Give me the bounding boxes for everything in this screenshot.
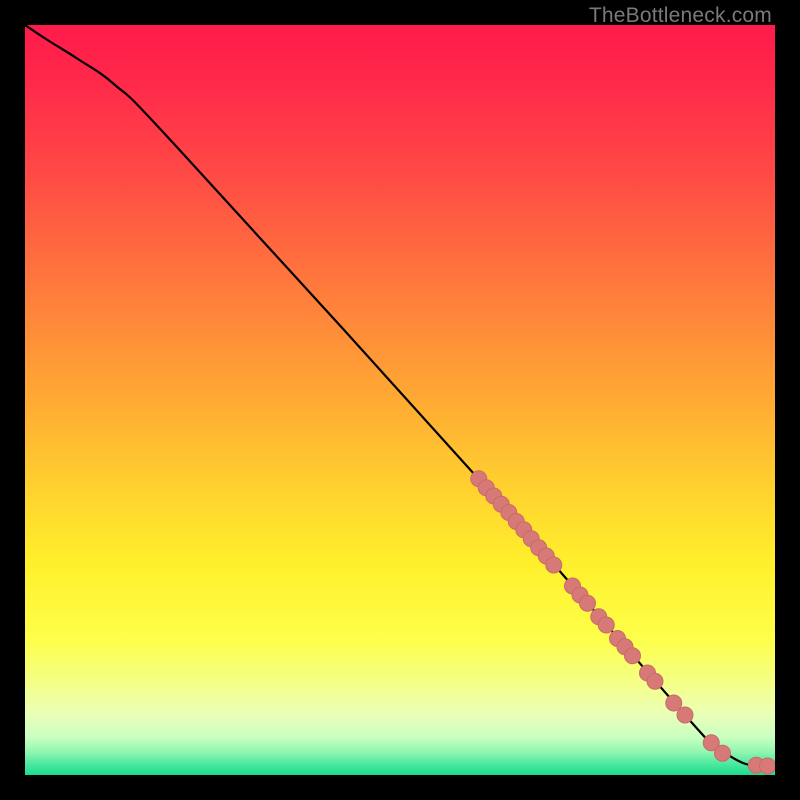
bottleneck-curve xyxy=(25,25,775,766)
data-point xyxy=(666,695,682,711)
data-point xyxy=(715,745,731,761)
data-point xyxy=(598,617,614,633)
chart-stage: TheBottleneck.com xyxy=(0,0,800,800)
plot-area xyxy=(25,25,775,775)
data-point xyxy=(625,648,641,664)
data-point xyxy=(546,557,562,573)
data-point xyxy=(647,673,663,689)
data-point xyxy=(677,707,693,723)
data-points xyxy=(471,471,775,774)
data-point xyxy=(580,595,596,611)
watermark-text: TheBottleneck.com xyxy=(589,4,772,28)
curve-layer xyxy=(25,25,775,775)
data-point xyxy=(760,758,776,774)
